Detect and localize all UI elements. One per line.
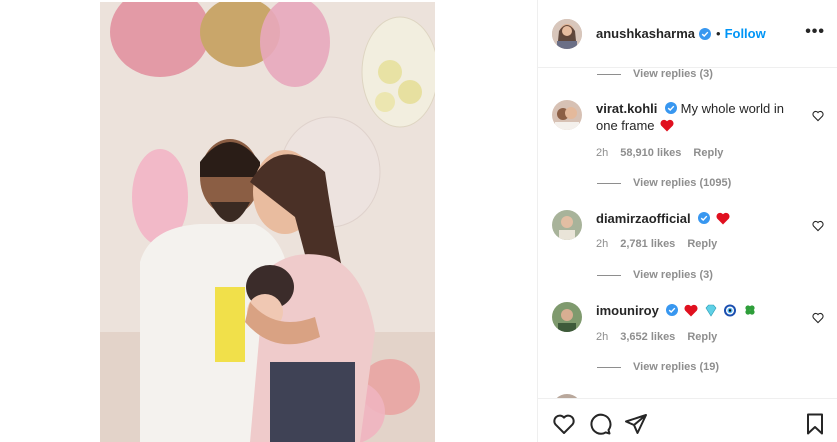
comment-item: imouniroy 2h 3,652 likes Reply View repl… [552,302,824,382]
comment-item: diamirzaofficial 2h 2,781 likes Reply Vi… [552,210,824,290]
header-separator: • [716,26,721,41]
like-icon[interactable] [552,412,576,436]
comment-username[interactable]: imouniroy [596,303,659,318]
reply-button[interactable]: Reply [693,147,723,159]
replies-line [597,366,621,368]
verified-badge-icon [699,27,711,40]
comment-time: 2h [596,238,609,250]
commenter-avatar[interactable] [552,210,582,240]
like-comment-icon[interactable] [812,110,824,122]
view-replies-button[interactable]: View replies (3) [597,269,713,281]
author-username[interactable]: anushkasharma [596,26,695,41]
action-bar [538,398,837,442]
gem-emoji-icon [705,304,717,317]
comment-body: diamirzaofficial [596,210,796,227]
comment-icon[interactable] [588,412,612,436]
red-heart-emoji-icon [660,119,674,132]
view-replies-label: View replies (3) [633,269,713,281]
comment-meta: 2h 3,652 likes Reply [596,331,717,343]
post-media-area [0,0,537,442]
comments-list[interactable]: View replies (3) virat.kohli My whole wo… [538,68,837,398]
comment-item: virat.kohli My whole world in one frame … [552,100,824,200]
comment-username[interactable]: diamirzaofficial [596,211,691,226]
view-replies-button[interactable]: View replies (19) [597,361,719,373]
commenter-avatar[interactable] [552,100,582,130]
comment-meta: 2h 2,781 likes Reply [596,238,717,250]
view-replies-button[interactable]: View replies (3) [597,68,713,80]
four-leaf-clover-emoji-icon [745,305,755,315]
family-photo-illustration [100,2,435,442]
view-replies-label: View replies (19) [633,361,720,373]
verified-badge-icon [666,304,679,316]
replies-line [597,73,621,75]
author-avatar[interactable] [552,18,582,49]
comment-likes[interactable]: 2,781 likes [620,238,675,250]
verified-badge-icon [698,212,711,224]
more-options-icon[interactable]: ••• [805,24,825,40]
replies-line [597,182,621,184]
comment-time: 2h [596,331,609,343]
nazar-amulet-emoji-icon [724,304,737,317]
save-icon[interactable] [803,412,827,436]
verified-badge-icon [665,102,678,114]
post-header: anushkasharma • Follow ••• [538,0,837,68]
red-heart-emoji-icon [716,212,730,225]
red-heart-emoji-icon [684,304,698,317]
share-icon[interactable] [624,412,648,436]
view-replies-label: View replies (3) [633,68,713,80]
like-comment-icon[interactable] [812,220,824,232]
comment-body: virat.kohli My whole world in one frame [596,100,796,134]
commenter-avatar[interactable] [552,302,582,332]
comment-username[interactable]: virat.kohli [596,101,657,116]
comment-time: 2h [596,147,609,159]
replies-line [597,274,621,276]
comment-body: imouniroy [596,302,796,319]
like-comment-icon[interactable] [812,312,824,324]
reply-button[interactable]: Reply [687,238,717,250]
follow-button[interactable]: Follow [725,26,766,41]
post-sidebar: anushkasharma • Follow ••• View replies … [538,0,837,442]
comment-likes[interactable]: 58,910 likes [620,147,681,159]
comment-likes[interactable]: 3,652 likes [620,331,675,343]
reply-button[interactable]: Reply [687,331,717,343]
view-replies-button[interactable]: View replies (1095) [597,177,731,189]
comment-meta: 2h 58,910 likes Reply [596,147,723,159]
post-photo[interactable] [100,2,435,442]
view-replies-label: View replies (1095) [633,177,732,189]
